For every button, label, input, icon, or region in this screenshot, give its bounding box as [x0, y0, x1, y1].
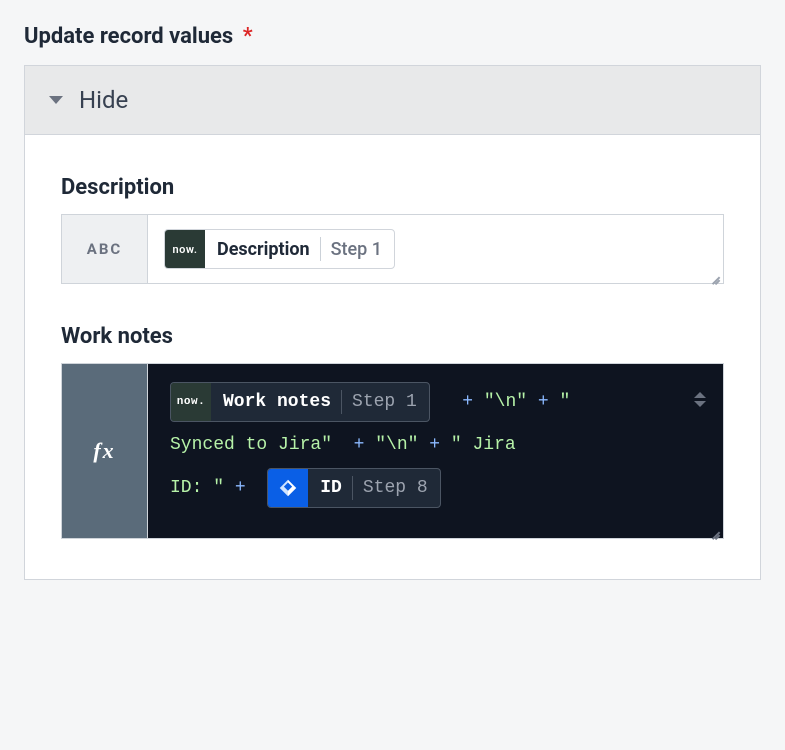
panel-body: Description ABC now. Description Step 1 [25, 135, 760, 579]
jira-id-pill[interactable]: ID Step 8 [267, 468, 440, 508]
section-title-text: Update record values [24, 24, 233, 49]
type-badge-fx[interactable]: fx [62, 364, 148, 538]
description-input[interactable]: now. Description Step 1 [148, 215, 723, 283]
pill-step: Step 1 [321, 239, 394, 260]
required-indicator: * [243, 24, 253, 49]
expression-line-2: Synced to Jira" + "\n" + " Jira [170, 436, 527, 454]
now-logo-icon: now. [171, 382, 211, 422]
string-literal: "\n" [484, 393, 527, 411]
jira-logo-icon [268, 468, 308, 508]
string-literal: ID: " [170, 479, 224, 497]
operator-plus: + [418, 436, 450, 454]
caret-down-icon [49, 96, 63, 104]
string-literal: "\n" [375, 436, 418, 454]
record-values-panel: Hide Description ABC now. Description St… [24, 65, 761, 580]
string-literal: Synced to Jira" [170, 436, 332, 454]
field-label: Description [61, 175, 724, 200]
resize-handle-icon [706, 521, 720, 535]
field-description: Description ABC now. Description Step 1 [61, 175, 724, 284]
pill-name: Work notes [211, 393, 341, 411]
field-label: Work notes [61, 324, 724, 349]
panel-header-toggle[interactable]: Hide [25, 66, 760, 135]
toggle-label: Hide [79, 86, 128, 114]
resize-handle-icon [706, 266, 720, 280]
pill-step: Step 1 [342, 393, 429, 411]
description-pill[interactable]: now. Description Step 1 [164, 229, 395, 269]
drag-handle-icon[interactable] [691, 388, 709, 410]
pill-name: ID [308, 479, 352, 497]
description-input-row: ABC now. Description Step 1 [61, 214, 724, 284]
field-work-notes: Work notes fx now. Work notes Step 1 + "… [61, 324, 724, 539]
string-literal: " [559, 393, 581, 411]
operator-plus: + [451, 393, 483, 411]
now-logo-icon: now. [165, 229, 205, 269]
expression-line-3: ID: " + ID Ste [170, 468, 441, 508]
string-literal: " Jira [451, 436, 527, 454]
work-notes-expression-input[interactable]: now. Work notes Step 1 + "\n" + " Synced… [148, 364, 723, 538]
operator-plus: + [224, 479, 256, 497]
expression-line-1: now. Work notes Step 1 + "\n" + " [170, 382, 581, 422]
section-title: Update record values * [24, 24, 761, 49]
operator-plus: + [332, 436, 375, 454]
operator-plus: + [527, 393, 559, 411]
type-badge-abc[interactable]: ABC [62, 215, 148, 283]
pill-name: Description [205, 239, 320, 260]
work-notes-input-row: fx now. Work notes Step 1 + "\n" + [61, 363, 724, 539]
pill-step: Step 8 [353, 479, 440, 497]
work-notes-pill[interactable]: now. Work notes Step 1 [170, 382, 430, 422]
